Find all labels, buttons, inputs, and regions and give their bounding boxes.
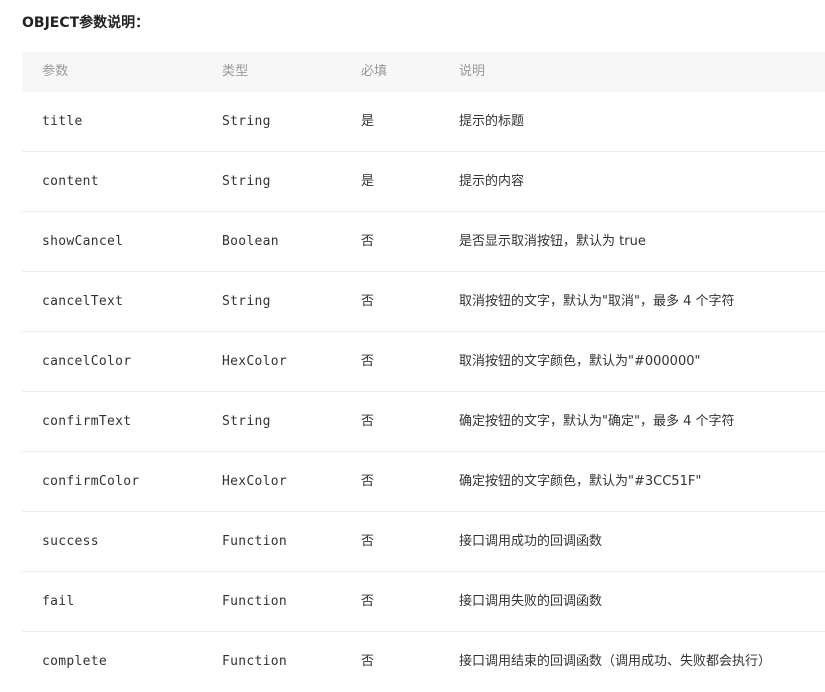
param-description: 确定按钮的文字颜色，默认为"#3CC51F" — [459, 474, 702, 489]
param-name: confirmText — [42, 414, 132, 429]
param-required: 否 — [361, 234, 375, 249]
table-row: content String 是 提示的内容 — [22, 152, 825, 212]
param-type: Function — [222, 534, 288, 549]
param-type: String — [222, 114, 271, 129]
header-description: 说明 — [459, 64, 486, 79]
param-name: fail — [42, 594, 75, 609]
table-row: fail Function 否 接口调用失败的回调函数 — [22, 572, 825, 632]
param-name: showCancel — [42, 234, 124, 249]
param-description: 取消按钮的文字，默认为"取消"，最多 4 个字符 — [459, 294, 735, 309]
param-required: 否 — [361, 474, 375, 489]
param-type: Function — [222, 654, 288, 669]
param-description: 接口调用结束的回调函数（调用成功、失败都会执行） — [459, 654, 772, 669]
param-required: 否 — [361, 354, 375, 369]
table-row: complete Function 否 接口调用结束的回调函数（调用成功、失败都… — [22, 632, 825, 692]
table-row: title String 是 提示的标题 — [22, 92, 825, 152]
table-row: confirmColor HexColor 否 确定按钮的文字颜色，默认为"#3… — [22, 452, 825, 512]
param-description: 提示的标题 — [459, 114, 525, 129]
parameter-table: 参数 类型 必填 说明 title String 是 提示的标题 content… — [22, 52, 825, 692]
header-type: 类型 — [222, 64, 249, 79]
param-type: String — [222, 294, 271, 309]
table-row: showCancel Boolean 否 是否显示取消按钮，默认为 true — [22, 212, 825, 272]
param-description: 提示的内容 — [459, 174, 525, 189]
header-required: 必填 — [361, 64, 388, 79]
param-type: Function — [222, 594, 288, 609]
param-required: 是 — [361, 174, 375, 189]
param-type: String — [222, 414, 271, 429]
param-required: 否 — [361, 534, 375, 549]
param-name: complete — [42, 654, 108, 669]
param-description: 取消按钮的文字颜色，默认为"#000000" — [459, 354, 701, 369]
param-description: 接口调用成功的回调函数 — [459, 534, 603, 549]
param-required: 否 — [361, 594, 375, 609]
param-name: success — [42, 534, 99, 549]
param-name: cancelColor — [42, 354, 132, 369]
param-description: 是否显示取消按钮，默认为 true — [459, 234, 646, 249]
table-row: cancelText String 否 取消按钮的文字，默认为"取消"，最多 4… — [22, 272, 825, 332]
param-name: title — [42, 114, 83, 129]
param-type: String — [222, 174, 271, 189]
table-row: success Function 否 接口调用成功的回调函数 — [22, 512, 825, 572]
section-title: OBJECT参数说明： — [22, 15, 150, 31]
param-type: HexColor — [222, 474, 288, 489]
param-required: 是 — [361, 114, 375, 129]
table-row: confirmText String 否 确定按钮的文字，默认为"确定"，最多 … — [22, 392, 825, 452]
param-type: Boolean — [222, 234, 279, 249]
param-required: 否 — [361, 654, 375, 669]
param-name: confirmColor — [42, 474, 140, 489]
param-description: 接口调用失败的回调函数 — [459, 594, 603, 609]
param-description: 确定按钮的文字，默认为"确定"，最多 4 个字符 — [459, 414, 735, 429]
param-name: content — [42, 174, 99, 189]
header-param: 参数 — [42, 64, 69, 79]
param-required: 否 — [361, 414, 375, 429]
table-row: cancelColor HexColor 否 取消按钮的文字颜色，默认为"#00… — [22, 332, 825, 392]
param-name: cancelText — [42, 294, 124, 309]
param-type: HexColor — [222, 354, 288, 369]
table-header: 参数 类型 必填 说明 — [22, 52, 825, 92]
param-required: 否 — [361, 294, 375, 309]
